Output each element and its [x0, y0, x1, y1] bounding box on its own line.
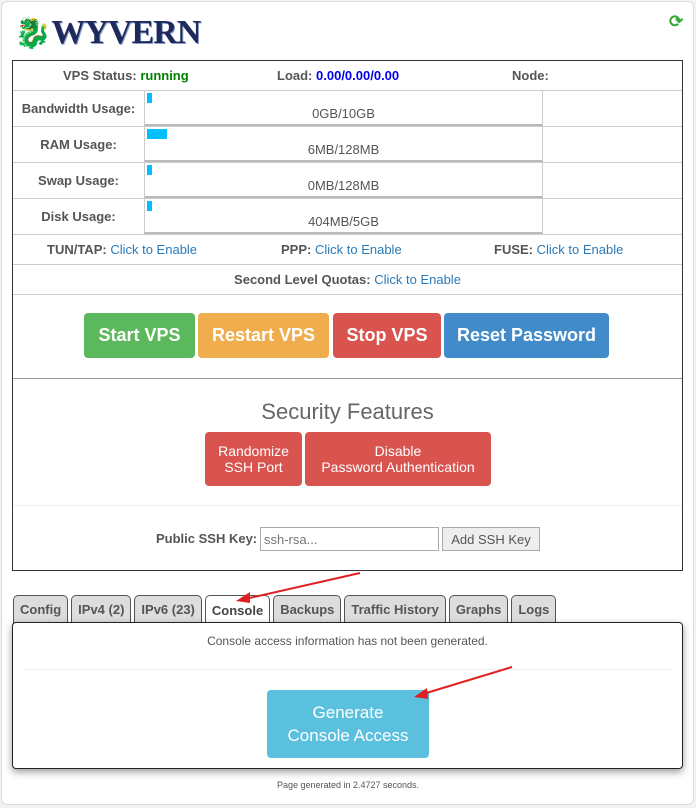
- arrow-to-generate-button: [422, 666, 513, 695]
- annotation-arrows: [236, 572, 513, 699]
- arrow-to-console-tab: [244, 572, 361, 600]
- arrow-head: [414, 688, 428, 699]
- arrow-head: [236, 592, 250, 603]
